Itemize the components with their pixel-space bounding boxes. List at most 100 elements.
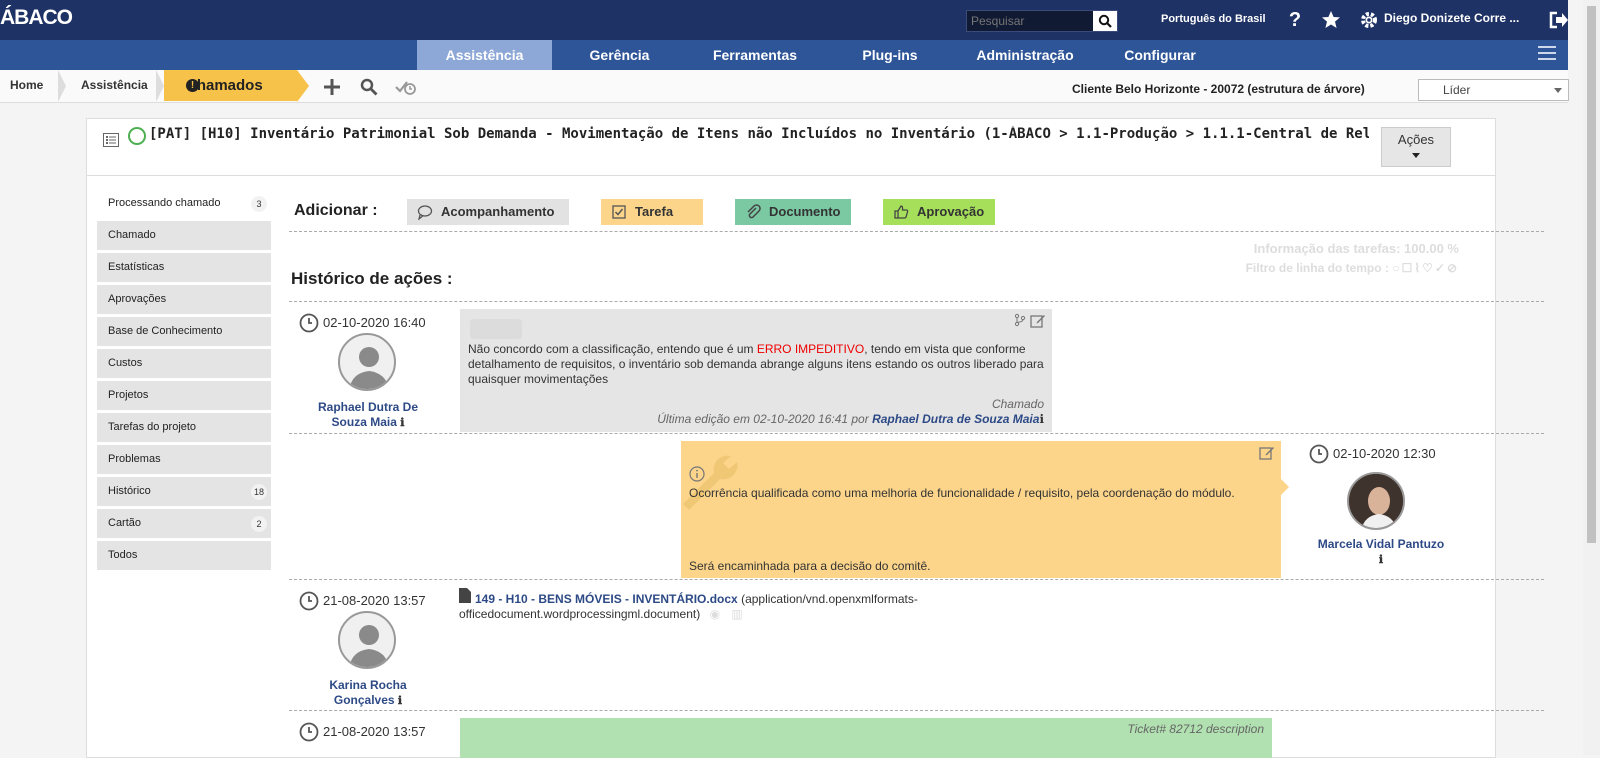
breadcrumb-assistencia[interactable]: Assistência	[81, 70, 148, 101]
nav-assistencia[interactable]: Assistência	[417, 40, 552, 70]
thumbs-up-icon	[894, 205, 909, 219]
sidebar-item-label: Problemas	[108, 453, 161, 465]
favorites-star-icon[interactable]	[1319, 8, 1343, 32]
history-title: Histórico de ações :	[291, 269, 453, 288]
preview-eye-icon[interactable]: ◉	[710, 607, 720, 621]
author-name[interactable]: Raphael Dutra De Souza Maia ℹ	[308, 400, 428, 431]
role-select-value: Líder	[1443, 83, 1471, 97]
nav-configurar[interactable]: Configurar	[1100, 40, 1220, 70]
scrollbar-thumb[interactable]	[1587, 6, 1596, 543]
author-name[interactable]: Karina Rocha Gonçalves ℹ	[308, 678, 428, 709]
history-entry: 21-08-2020 13:57 Ticket# 82712 descripti…	[289, 718, 1544, 758]
entry-toolbar	[1014, 313, 1046, 329]
add-ticket-plus-icon[interactable]	[321, 76, 343, 98]
clock-icon	[299, 722, 319, 742]
speech-bubble-icon	[417, 205, 433, 220]
sidebar-item-historico[interactable]: Histórico 18	[97, 477, 271, 506]
sidebar-item-base-conhecimento[interactable]: Base de Conhecimento	[97, 317, 271, 346]
caret-down-icon	[1412, 153, 1420, 158]
divider	[289, 579, 1544, 580]
add-document-label: Documento	[769, 204, 841, 219]
edit-icon[interactable]	[1259, 445, 1275, 461]
entry-date: 21-08-2020 13:57	[299, 722, 426, 742]
info-icon[interactable]: ℹ	[398, 695, 402, 707]
count-badge: 3	[251, 196, 267, 212]
breadcrumb: Home Assistência Chamados ! Cliente Belo…	[0, 70, 1569, 103]
task-info: Informação das tarefas: 100.00 %	[1253, 241, 1459, 256]
app-logo[interactable]: ÁBACO	[0, 6, 73, 30]
entry-date-text: 02-10-2020 16:40	[323, 315, 426, 330]
sidebar-item-label: Base de Conhecimento	[108, 325, 223, 337]
nav-plugins[interactable]: Plug-ins	[830, 40, 950, 70]
add-task-label: Tarefa	[635, 204, 674, 219]
sidebar-item-cartao[interactable]: Cartão 2	[97, 509, 271, 538]
actions-button[interactable]: Ações	[1381, 127, 1451, 167]
page-scrollbar[interactable]	[1583, 0, 1600, 755]
fork-icon[interactable]	[1014, 313, 1026, 327]
tag-placeholder	[470, 319, 522, 339]
highlight-text: ERRO IMPEDITIVO	[756, 342, 865, 356]
document-link[interactable]: 149 - H10 - BENS MÓVEIS - INVENTÁRIO.doc…	[475, 592, 738, 606]
sidebar-item-label: Projetos	[108, 389, 149, 401]
sidebar-item-label: Processando chamado	[108, 197, 221, 209]
avatar	[338, 611, 396, 669]
breadcrumb-chamados[interactable]: Chamados	[164, 70, 297, 101]
edit-icon[interactable]	[1030, 313, 1046, 329]
ticket-title: [PAT] [H10] Inventário Patrimonial Sob D…	[149, 126, 1369, 142]
nav-ferramentas[interactable]: Ferramentas	[690, 40, 820, 70]
logout-icon[interactable]	[1547, 8, 1571, 32]
bubble-pointer	[1281, 479, 1289, 495]
search-button[interactable]	[1093, 11, 1117, 31]
ticket-sidebar: Processando chamado 3 Chamado Estatística…	[97, 189, 271, 573]
add-document-button[interactable]: Documento	[735, 199, 851, 225]
breadcrumb-home[interactable]: Home	[10, 70, 43, 101]
sidebar-item-processando[interactable]: Processando chamado 3	[97, 189, 271, 218]
filter-icons[interactable]: ○☐⌇♡✓⊘	[1392, 261, 1459, 275]
sidebar-item-tarefas-projeto[interactable]: Tarefas do projeto	[97, 413, 271, 442]
info-icon[interactable]: ℹ	[1379, 554, 1383, 566]
task-bubble: Ocorrência qualificada como uma melhoria…	[681, 441, 1281, 578]
sidebar-item-chamado[interactable]: Chamado	[97, 221, 271, 250]
task-text: Ocorrência qualificada como uma melhoria…	[689, 486, 1235, 500]
user-menu[interactable]: Diego Donizete Corre ...	[1384, 11, 1519, 25]
timeline-filter-label: Filtro de linha do tempo :	[1245, 261, 1389, 275]
info-icon[interactable]: ℹ	[400, 417, 404, 429]
author-name[interactable]: Marcela Vidal Pantuzo ℹ	[1311, 537, 1451, 568]
sidebar-item-label: Custos	[108, 357, 143, 369]
info-icon[interactable]: ℹ	[1039, 412, 1044, 426]
nav-administracao[interactable]: Administração	[960, 40, 1090, 70]
sidebar-item-aprovacoes[interactable]: Aprovações	[97, 285, 271, 314]
editor-link[interactable]: Raphael Dutra de Souza Maia	[872, 412, 1039, 426]
settings-gear-icon[interactable]	[1357, 8, 1381, 32]
sidebar-item-projetos[interactable]: Projetos	[97, 381, 271, 410]
entry-date-text: 21-08-2020 13:57	[323, 724, 426, 739]
divider	[289, 710, 1544, 711]
entry-date: 02-10-2020 16:40	[299, 313, 426, 333]
search-input[interactable]	[967, 11, 1095, 31]
author-name-text: Karina Rocha Gonçalves	[329, 678, 407, 707]
timeline-filter: Filtro de linha do tempo : ○☐⌇♡✓⊘	[1246, 261, 1459, 275]
add-followup-button[interactable]: Acompanhamento	[407, 199, 569, 225]
add-approval-button[interactable]: Aprovação	[883, 199, 995, 225]
help-icon[interactable]: ?	[1283, 8, 1307, 32]
search-ticket-icon[interactable]	[358, 76, 380, 98]
menu-hamburger-icon[interactable]	[1538, 46, 1556, 62]
add-task-button[interactable]: Tarefa	[601, 199, 703, 225]
history-entry: Ocorrência qualificada como uma melhoria…	[289, 441, 1544, 578]
role-select[interactable]: Líder	[1418, 79, 1569, 101]
sidebar-item-label: Chamado	[108, 229, 156, 241]
breadcrumb-separator	[156, 70, 164, 102]
nav-gerencia[interactable]: Gerência	[556, 40, 683, 70]
sidebar-item-todos[interactable]: Todos	[97, 541, 271, 570]
check-clock-icon[interactable]	[395, 76, 417, 98]
delete-trash-icon[interactable]: ▥	[731, 607, 742, 621]
sidebar-item-estatisticas[interactable]: Estatísticas	[97, 253, 271, 282]
sidebar-item-problemas[interactable]: Problemas	[97, 445, 271, 474]
avatar	[338, 333, 396, 391]
count-badge: 18	[251, 484, 267, 500]
followup-text: Não concordo com a classificação, entend…	[468, 342, 1050, 387]
language-link[interactable]: Português do Brasil	[1161, 13, 1266, 25]
client-name: Cliente Belo Horizonte - 20072 (estrutur…	[1072, 82, 1365, 96]
sidebar-item-label: Aprovações	[108, 293, 167, 305]
sidebar-item-custos[interactable]: Custos	[97, 349, 271, 378]
